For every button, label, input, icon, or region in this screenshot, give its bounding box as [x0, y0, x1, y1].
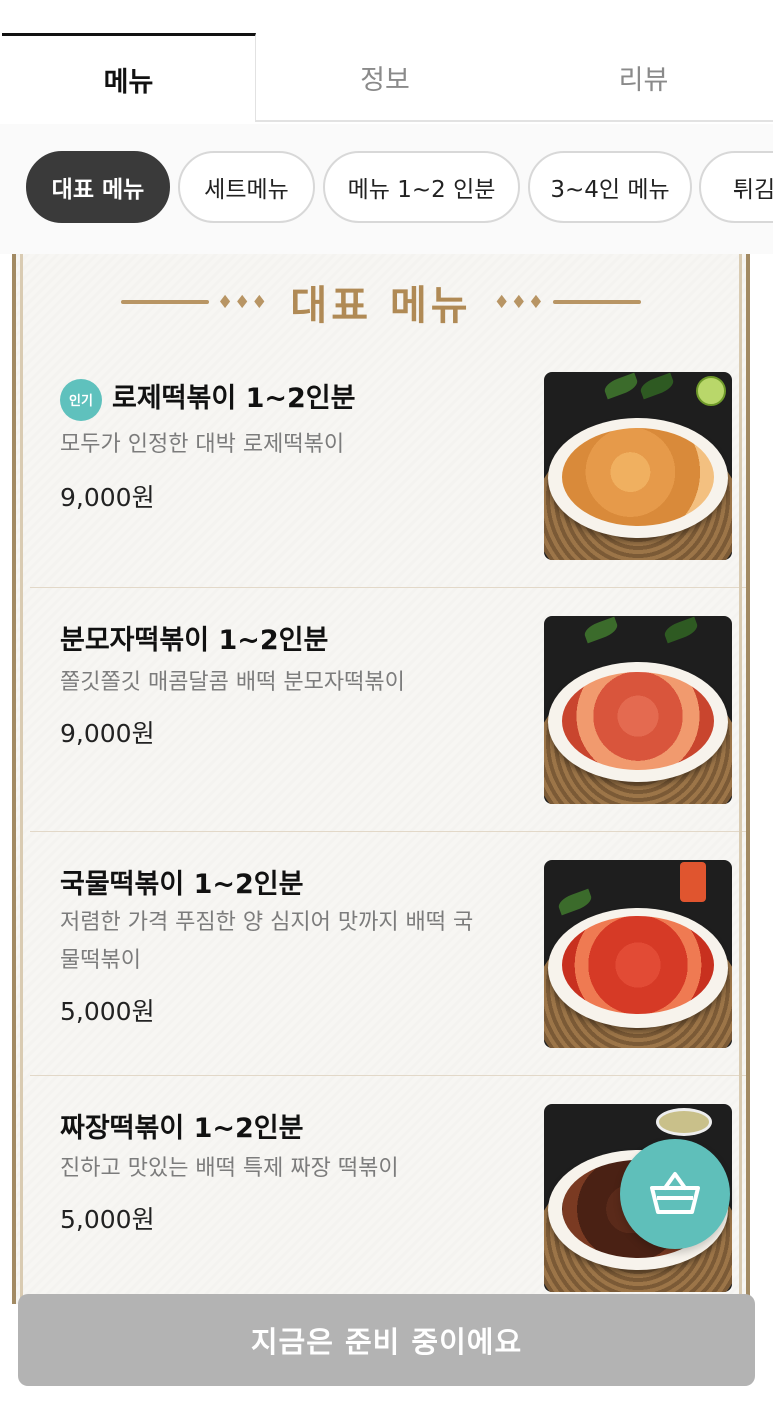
menu-item-title: 짜장떡볶이 1~2인분 — [60, 1113, 304, 1144]
tab-divider — [256, 120, 773, 122]
chip-fried[interactable]: 튀김 — [699, 151, 773, 223]
section-title: 대표 메뉴 — [290, 283, 472, 329]
menu-item-title: 로제떡볶이 1~2인분 — [112, 383, 356, 414]
chip-signature-menu[interactable]: 대표 메뉴 — [26, 151, 170, 223]
chip-menu-3-4[interactable]: 3~4인 메뉴 — [528, 151, 692, 223]
menu-item-description: 모두가 인정한 대박 로제떡볶이 — [60, 432, 345, 457]
menu-item-description: 쫄깃쫄깃 매콤달콤 배떡 분모자떡볶이 — [60, 670, 405, 695]
popular-badge: 인기 — [60, 378, 102, 421]
menu-item-price: 9,000원 — [60, 719, 155, 748]
tab-bar: 메뉴 정보 리뷰 — [0, 0, 773, 124]
menu-item-photo — [544, 372, 732, 560]
menu-item-price: 5,000원 — [60, 997, 155, 1026]
order-button-disabled[interactable]: 지금은 준비 중이에요 — [18, 1294, 755, 1386]
tab-menu[interactable]: 메뉴 — [2, 33, 256, 122]
menu-item-description: 진하고 맛있는 배떡 특제 짜장 떡볶이 — [60, 1156, 399, 1181]
decorative-diamonds: ♦♦♦ — [217, 291, 269, 313]
category-chip-bar[interactable]: 대표 메뉴 세트메뉴 메뉴 1~2 인분 3~4인 메뉴 튀김 — [0, 124, 773, 254]
tab-reviews[interactable]: 리뷰 — [514, 33, 773, 121]
menu-item[interactable]: 인기 로제떡볶이 1~2인분 모두가 인정한 대박 로제떡볶이 9,000원 — [30, 344, 746, 588]
chip-set-menu[interactable]: 세트메뉴 — [178, 151, 315, 223]
section-header: ♦♦♦ 대표 메뉴 ♦♦♦ — [16, 274, 746, 330]
basket-icon — [650, 1172, 700, 1214]
chip-menu-1-2[interactable]: 메뉴 1~2 인분 — [323, 151, 520, 223]
decorative-line — [121, 300, 209, 304]
menu-item-photo — [544, 860, 732, 1048]
menu-item-title: 국물떡볶이 1~2인분 — [60, 869, 304, 900]
cart-button[interactable] — [620, 1139, 730, 1249]
menu-item-description: 저렴한 가격 푸짐한 양 심지어 맛까지 배떡 국물떡볶이 — [60, 910, 474, 973]
tab-info[interactable]: 정보 — [256, 33, 514, 121]
menu-item-name: 인기 로제떡볶이 1~2인분 — [60, 376, 355, 421]
menu-item[interactable]: 국물떡볶이 1~2인분 저렴한 가격 푸짐한 양 심지어 맛까지 배떡 국물떡볶… — [30, 832, 746, 1076]
menu-item-photo — [544, 616, 732, 804]
menu-item-price: 9,000원 — [60, 483, 155, 512]
menu-item-price: 5,000원 — [60, 1205, 155, 1234]
decorative-diamonds: ♦♦♦ — [493, 291, 545, 313]
menu-board: ♦♦♦ 대표 메뉴 ♦♦♦ 인기 로제떡볶이 1~2인분 모두가 인정한 대박 로… — [12, 254, 750, 1304]
menu-item[interactable]: 분모자떡볶이 1~2인분 쫄깃쫄깃 매콤달콤 배떡 분모자떡볶이 9,000원 — [30, 588, 746, 832]
menu-item-title: 분모자떡볶이 1~2인분 — [60, 625, 329, 656]
decorative-line — [552, 300, 641, 304]
